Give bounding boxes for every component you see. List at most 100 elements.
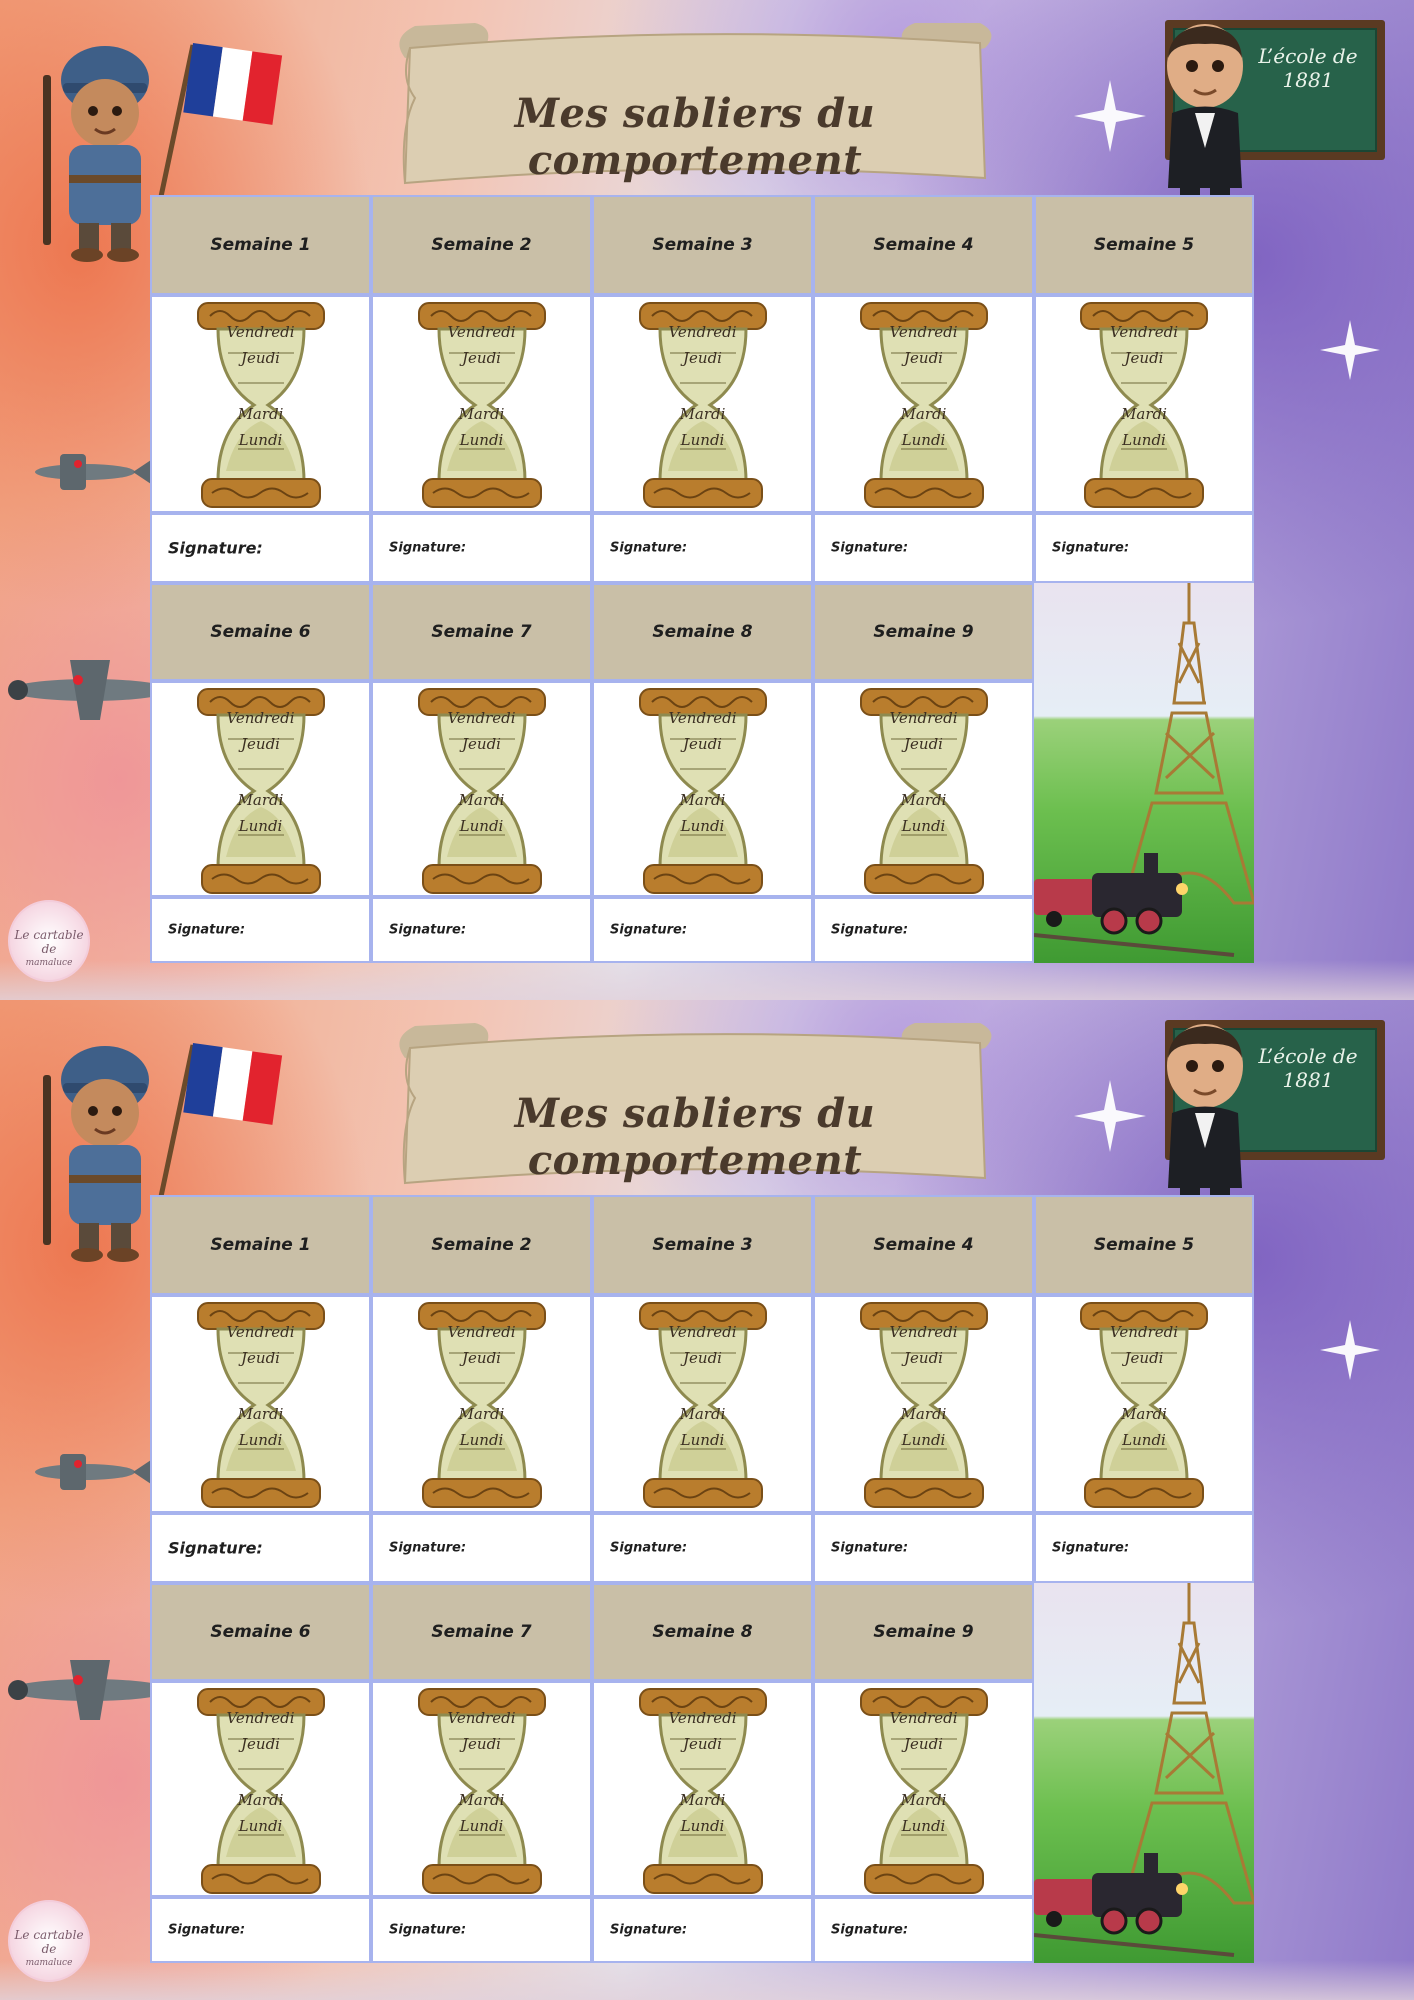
day-label: Jeudi xyxy=(462,735,501,753)
day-label: Vendredi xyxy=(1109,323,1179,341)
day-label: Jeudi xyxy=(241,1735,280,1753)
day-label: Lundi xyxy=(680,817,725,835)
signature-cell[interactable]: Signature: xyxy=(371,1897,592,1963)
day-label: Mardi xyxy=(900,405,947,423)
week-label: Semaine 7 xyxy=(431,1622,532,1642)
signature-cell[interactable]: Signature: xyxy=(150,513,371,583)
day-label: Lundi xyxy=(238,1431,283,1449)
eiffel-tower-icon xyxy=(1122,1583,1254,1905)
hourglass: Vendredi Jeudi Mardi Lundi xyxy=(859,301,989,509)
signature-cell[interactable]: Signature: xyxy=(813,1513,1034,1583)
week-header: Semaine 3 xyxy=(592,195,813,295)
signature-cell[interactable]: Signature: xyxy=(150,897,371,963)
day-label: Jeudi xyxy=(904,735,943,753)
week-header: Semaine 5 xyxy=(1034,195,1254,295)
week-label: Semaine 9 xyxy=(873,622,974,642)
signature-cell[interactable]: Signature: xyxy=(592,513,813,583)
hourglass-cell: Vendredi Jeudi Mardi Lundi xyxy=(371,1295,592,1513)
day-label: Mardi xyxy=(458,1405,505,1423)
signature-cell[interactable]: Signature: xyxy=(371,897,592,963)
day-label: Jeudi xyxy=(904,349,943,367)
day-label: Mardi xyxy=(679,405,726,423)
week-label: Semaine 4 xyxy=(873,1235,974,1255)
week-label: Semaine 3 xyxy=(652,235,753,255)
signature-cell[interactable]: Signature: xyxy=(371,1513,592,1583)
signature-cell[interactable]: Signature: xyxy=(1034,513,1254,583)
hourglass: Vendredi Jeudi Mardi Lundi xyxy=(196,687,326,895)
week-label: Semaine 5 xyxy=(1093,235,1195,255)
week-header: Semaine 1 xyxy=(150,195,371,295)
day-label: Mardi xyxy=(900,791,947,809)
week-header: Semaine 6 xyxy=(150,1583,371,1681)
hourglass: Vendredi Jeudi Mardi Lundi xyxy=(1079,301,1209,509)
hourglass-cell: Vendredi Jeudi Mardi Lundi xyxy=(592,1295,813,1513)
week-header: Semaine 4 xyxy=(813,1195,1034,1295)
signature-cell[interactable]: Signature: xyxy=(150,1897,371,1963)
brand-logo: Le cartable de mamaluce xyxy=(8,900,90,982)
week-header: Semaine 9 xyxy=(813,1583,1034,1681)
day-label: Lundi xyxy=(238,1817,283,1835)
hourglass-cell: Vendredi Jeudi Mardi Lundi xyxy=(813,1681,1034,1897)
title-banner: Mes sabliers du comportement xyxy=(385,18,1005,193)
signature-label: Signature: xyxy=(831,922,909,938)
signature-cell[interactable]: Signature: xyxy=(371,513,592,583)
day-label: Mardi xyxy=(679,1405,726,1423)
day-label: Vendredi xyxy=(226,323,295,341)
week-header: Semaine 1 xyxy=(150,1195,371,1295)
teacher-illustration xyxy=(1167,24,1243,220)
hourglass: Vendredi Jeudi Mardi Lundi xyxy=(638,301,768,509)
day-label: Mardi xyxy=(458,405,505,423)
signature-cell[interactable]: Signature: xyxy=(150,1513,371,1583)
signature-cell[interactable]: Signature: xyxy=(592,1897,813,1963)
week-header: Semaine 8 xyxy=(592,1583,813,1681)
hourglass: Vendredi Jeudi Mardi Lundi xyxy=(417,687,547,895)
hourglass-cell: Vendredi Jeudi Mardi Lundi xyxy=(150,1295,371,1513)
day-label: Vendredi xyxy=(668,1709,737,1727)
day-label: Lundi xyxy=(238,431,283,449)
signature-cell[interactable]: Signature: xyxy=(813,1897,1034,1963)
day-label: Jeudi xyxy=(462,1349,501,1367)
signature-label: Signature: xyxy=(610,922,688,938)
day-label: Vendredi xyxy=(447,323,516,341)
week-header: Semaine 3 xyxy=(592,1195,813,1295)
airplane-icon xyxy=(35,1454,151,1490)
day-label: Vendredi xyxy=(889,1323,958,1341)
hourglass: Vendredi Jeudi Mardi Lundi xyxy=(417,301,547,509)
week-label: Semaine 5 xyxy=(1093,1235,1195,1255)
day-label: Vendredi xyxy=(226,709,295,727)
chalkboard-text: L’école de 1881 xyxy=(1258,44,1358,92)
day-label: Vendredi xyxy=(668,709,737,727)
signature-cell[interactable]: Signature: xyxy=(592,1513,813,1583)
day-label: Jeudi xyxy=(904,1349,943,1367)
week-header: Semaine 4 xyxy=(813,195,1034,295)
day-label: Mardi xyxy=(1121,405,1167,423)
day-label: Mardi xyxy=(458,1791,505,1809)
signature-label: Signature: xyxy=(168,1922,246,1938)
hourglass-cell: Vendredi Jeudi Mardi Lundi xyxy=(813,681,1034,897)
hourglass: Vendredi Jeudi Mardi Lundi xyxy=(859,1301,989,1509)
hourglass-grid: Semaine 1 Vendredi Jeudi Mardi Lundi Signatu… xyxy=(150,1195,1254,1963)
day-label: Mardi xyxy=(237,405,284,423)
week-label: Semaine 2 xyxy=(431,1235,532,1255)
signature-cell[interactable]: Signature: xyxy=(813,513,1034,583)
day-label: Lundi xyxy=(1122,1431,1166,1449)
day-label: Vendredi xyxy=(668,323,737,341)
signature-label: Signature: xyxy=(168,1538,263,1558)
hourglass-cell: Vendredi Jeudi Mardi Lundi xyxy=(592,681,813,897)
signature-cell[interactable]: Signature: xyxy=(592,897,813,963)
hourglass-cell: Vendredi Jeudi Mardi Lundi xyxy=(592,295,813,513)
week-header: Semaine 2 xyxy=(371,1195,592,1295)
hourglass: Vendredi Jeudi Mardi Lundi xyxy=(1079,1301,1209,1509)
signature-label: Signature: xyxy=(1052,540,1130,556)
behavior-sheet: Mes sabliers du comportement L’école de … xyxy=(0,0,1414,1000)
hourglass-cell: Vendredi Jeudi Mardi Lundi xyxy=(371,681,592,897)
signature-label: Signature: xyxy=(389,540,467,556)
signature-cell[interactable]: Signature: xyxy=(813,897,1034,963)
day-label: Mardi xyxy=(900,1405,947,1423)
day-label: Mardi xyxy=(679,791,726,809)
day-label: Lundi xyxy=(459,1431,504,1449)
signature-cell[interactable]: Signature: xyxy=(1034,1513,1254,1583)
day-label: Lundi xyxy=(901,817,946,835)
day-label: Mardi xyxy=(1121,1405,1167,1423)
day-label: Jeudi xyxy=(462,1735,501,1753)
